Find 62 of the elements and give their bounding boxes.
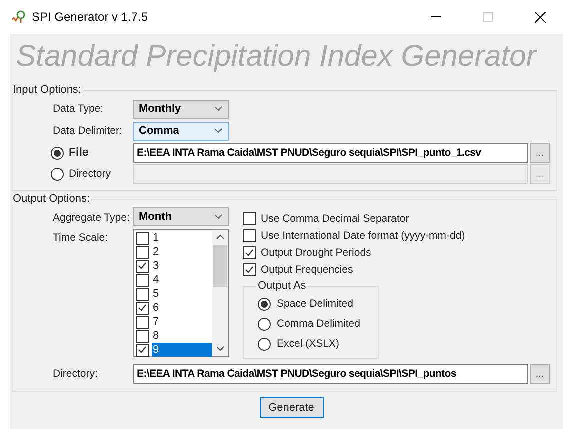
close-icon [534, 12, 546, 22]
checkbox-label: Output Frequencies [261, 264, 354, 276]
checkbox[interactable] [136, 302, 149, 314]
radio-button[interactable] [51, 168, 64, 180]
data-delimiter-dropdown[interactable]: Comma [133, 122, 229, 140]
checkbox-label: Output Drought Periods [261, 246, 372, 258]
chevron-down-icon [214, 106, 223, 112]
directory-field[interactable]: E:\EEA INTA Rama Caida\MST PNUD\Seguro sequia\SPI\SPI_puntos [133, 364, 528, 384]
checkbox[interactable] [243, 212, 256, 225]
list-item[interactable]: 9 [152, 343, 212, 357]
list-item[interactable]: 2 [152, 245, 212, 259]
window-title: SPI Generator v 1.7.5 [32, 10, 148, 24]
radio-label: Directory [69, 168, 112, 180]
app-logo-icon [12, 10, 26, 24]
checkbox[interactable] [136, 274, 149, 286]
checkbox[interactable] [136, 246, 149, 258]
radio-label: Comma Delimited [277, 318, 360, 330]
radio-label: Excel (XSLX) [277, 338, 340, 350]
list-item[interactable]: 1 [152, 231, 212, 245]
browse-button[interactable]: ... [530, 364, 550, 384]
checkbox[interactable] [136, 316, 149, 328]
checkbox[interactable] [136, 344, 149, 356]
aggregate-type-dropdown[interactable]: Month [133, 207, 229, 226]
field-label: Aggregate Type: [53, 212, 131, 224]
checkbox[interactable] [136, 260, 149, 272]
list-item[interactable]: 7 [152, 315, 212, 329]
checkbox[interactable] [243, 229, 256, 242]
checkbox-label: Use Comma Decimal Separator [261, 212, 410, 224]
field-label: Data Type: [53, 103, 105, 115]
checkbox[interactable] [243, 263, 256, 276]
browse-button[interactable]: ... [530, 143, 550, 163]
field-label: Directory: [53, 368, 99, 380]
list-item[interactable]: 4 [152, 273, 212, 287]
radio-label: Space Delimited [277, 298, 354, 310]
maximize-icon [483, 12, 493, 22]
path-field[interactable]: E:\EEA INTA Rama Caida\MST PNUD\Seguro sequia\SPI\SPI_punto_1.csv [133, 143, 528, 163]
generate-button[interactable]: Generate [260, 397, 324, 418]
radio-label: File [69, 147, 89, 159]
app-heading: Standard Precipitation Index Generator [16, 39, 538, 75]
group-label: Output Options: [12, 193, 92, 205]
radio-button[interactable] [258, 338, 271, 350]
field-label: Time Scale: [53, 231, 110, 246]
list-item[interactable]: 5 [152, 287, 212, 301]
radio-button[interactable] [258, 318, 271, 330]
group-label: Input Options: [12, 84, 82, 96]
scrollbar[interactable] [212, 230, 228, 356]
list-item[interactable]: 3 [152, 259, 212, 273]
radio-button[interactable] [51, 146, 64, 160]
data-type-dropdown[interactable]: Monthly [133, 100, 229, 118]
radio-button[interactable] [258, 298, 271, 310]
checkbox[interactable] [136, 330, 149, 342]
field-label: Data Delimiter: [53, 125, 124, 137]
checkbox[interactable] [136, 288, 149, 300]
chevron-down-icon [214, 128, 223, 134]
checkbox-label: Use International Date format (yyyy-mm-dd) [261, 230, 466, 242]
checkbox[interactable] [136, 232, 149, 244]
checkbox[interactable] [243, 246, 256, 259]
chevron-down-icon [214, 214, 223, 220]
list-item[interactable]: 6 [152, 301, 212, 315]
list-item[interactable]: 8 [152, 329, 212, 343]
path-field[interactable] [133, 164, 528, 184]
group-label: Output As [257, 280, 308, 292]
